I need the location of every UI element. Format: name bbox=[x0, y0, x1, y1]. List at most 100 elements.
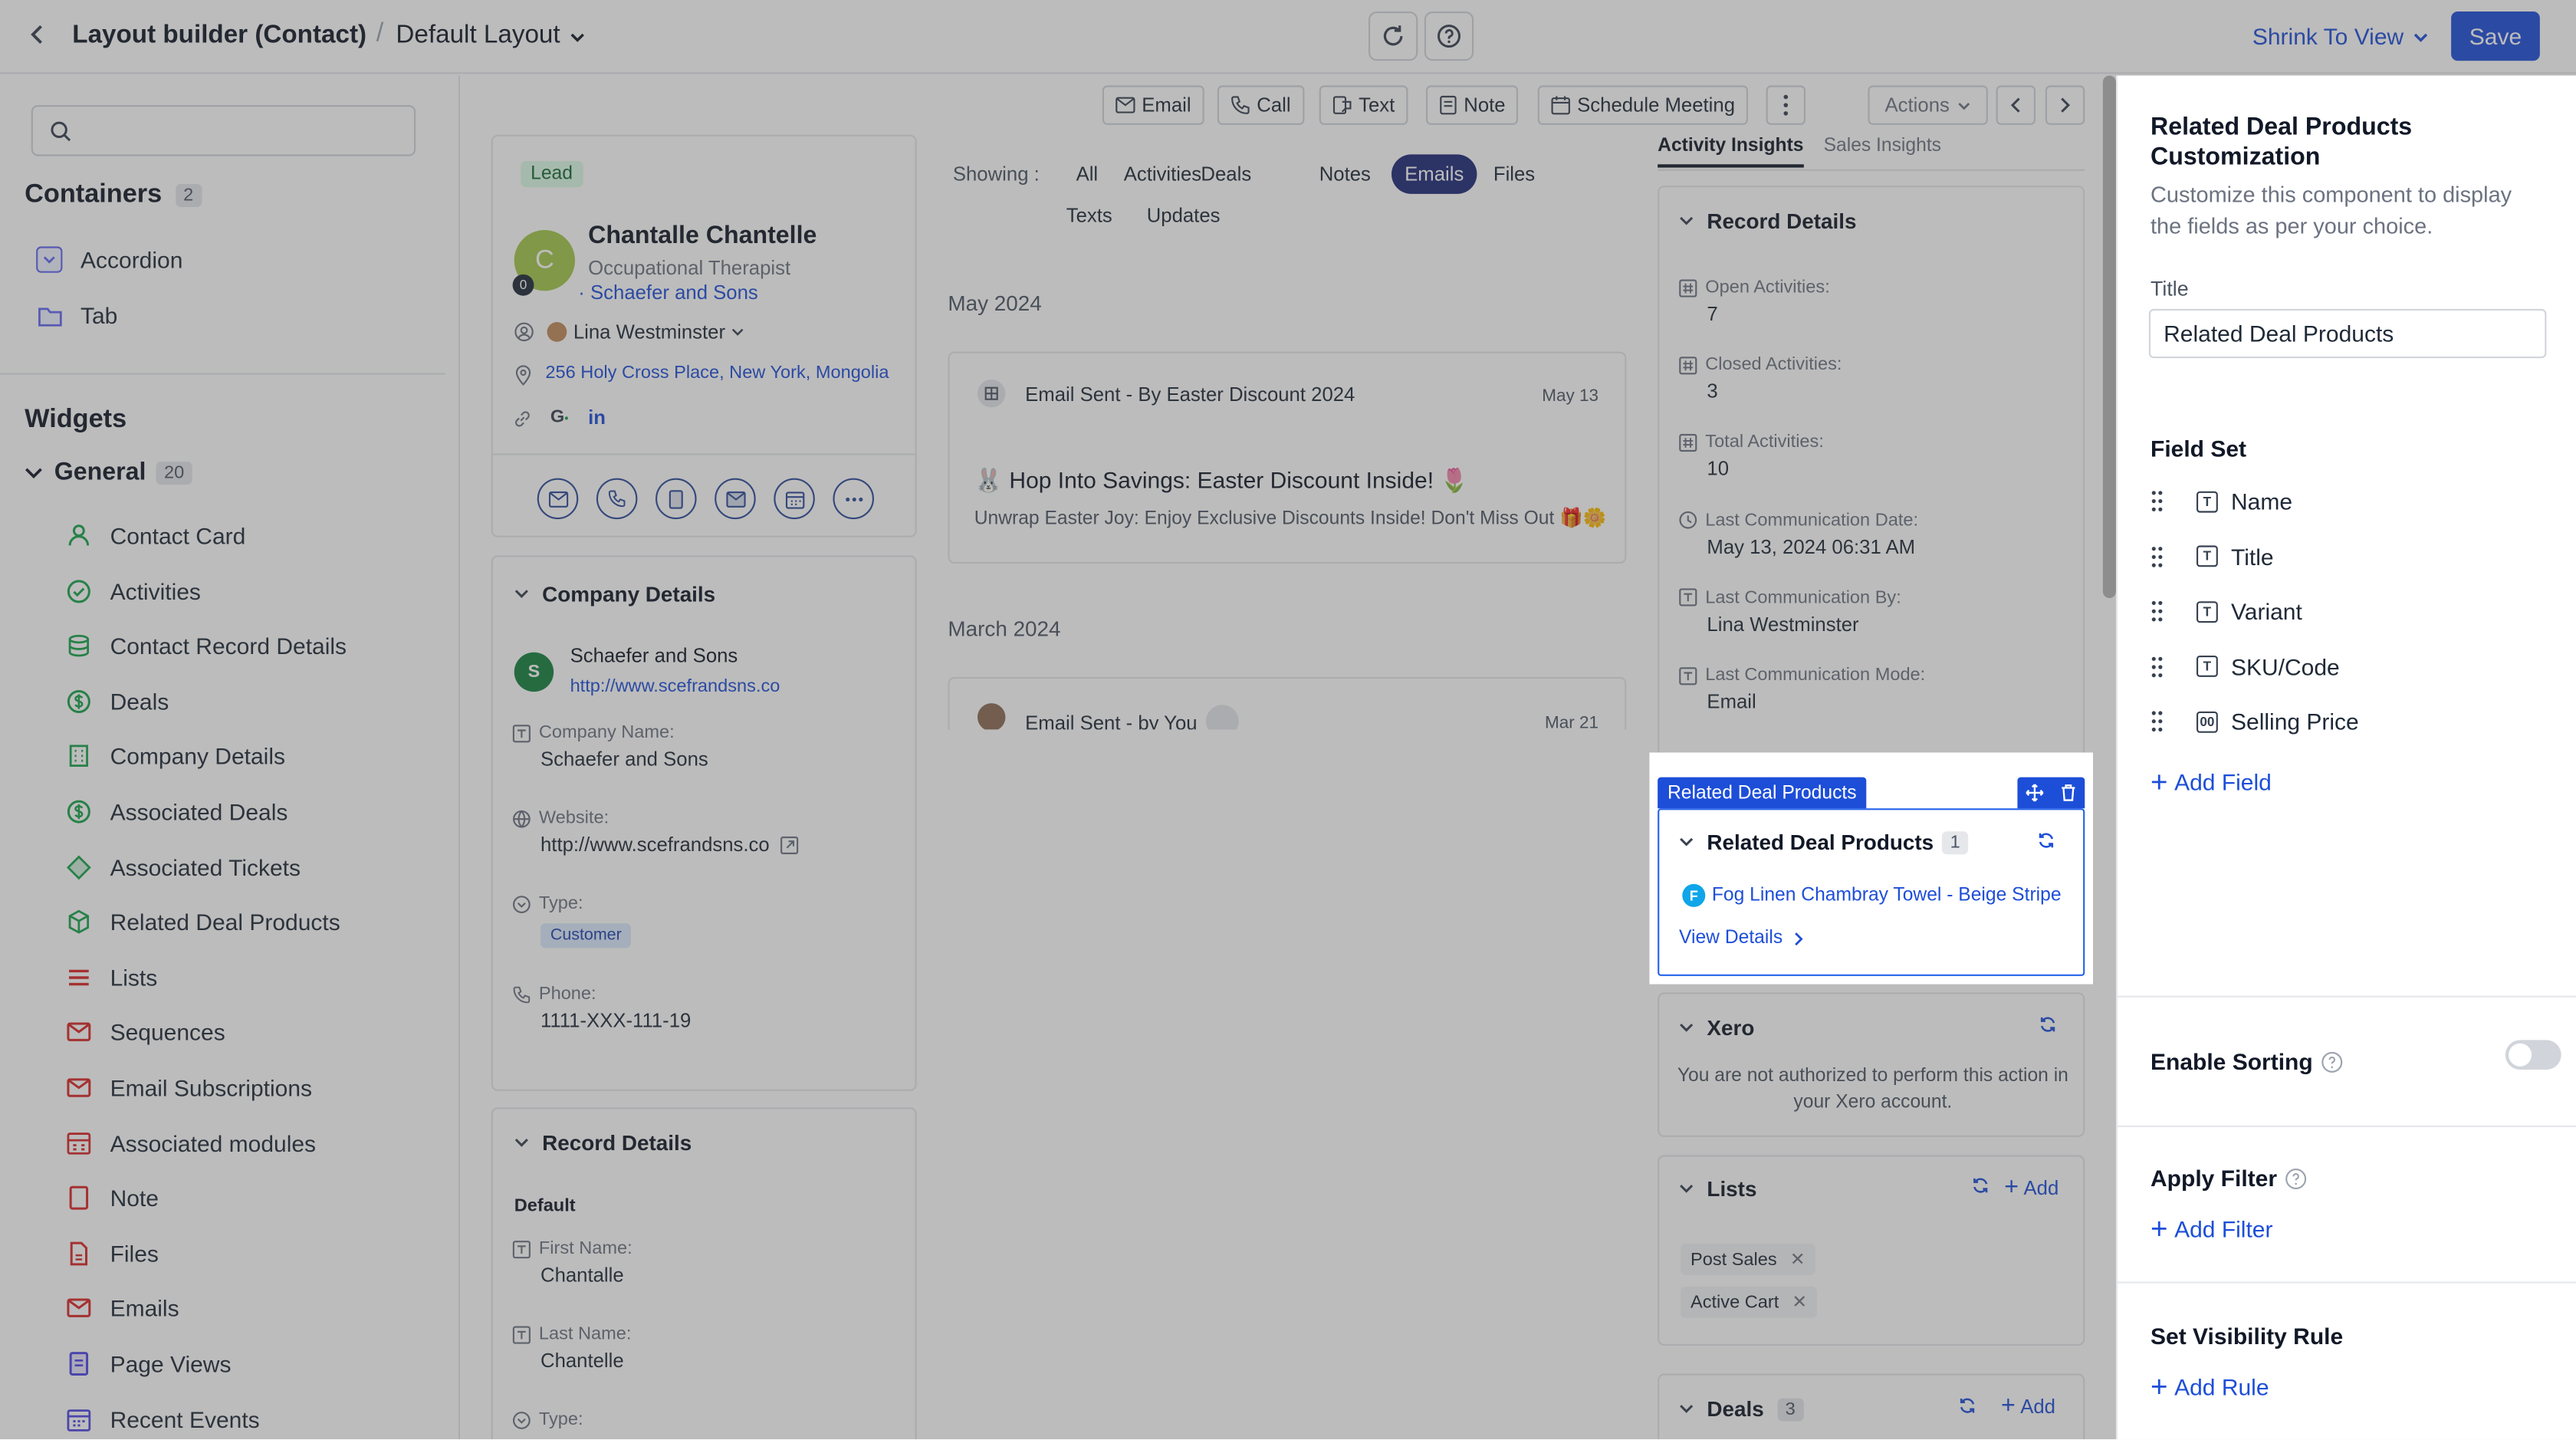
note-action-button[interactable]: Note bbox=[1426, 85, 1519, 125]
widget-item[interactable]: Emails bbox=[66, 1295, 179, 1322]
container-accordion[interactable]: Accordion bbox=[36, 246, 182, 273]
widget-item[interactable]: Files bbox=[66, 1240, 159, 1267]
insights-record-details-widget[interactable]: Record Details Open Activities: 7 Closed A… bbox=[1658, 186, 2085, 810]
previous-record-button[interactable] bbox=[1996, 85, 2036, 125]
remove-tag-icon[interactable]: ✕ bbox=[1792, 1291, 1807, 1313]
calendar-quick-action-icon[interactable] bbox=[774, 478, 815, 520]
next-record-button[interactable] bbox=[2045, 85, 2085, 125]
more-actions-button[interactable] bbox=[1766, 85, 1806, 125]
rdp-header[interactable]: Related Deal Products 1 bbox=[1679, 830, 1969, 854]
deals-widget[interactable]: Deals 3 + Add bbox=[1658, 1373, 2085, 1440]
widget-item[interactable]: Contact Card bbox=[66, 522, 245, 549]
sync-icon[interactable] bbox=[2037, 831, 2055, 850]
external-link-icon[interactable] bbox=[780, 835, 800, 854]
tab-sales-insights[interactable]: Sales Insights bbox=[1824, 136, 1941, 156]
add-field-button[interactable]: + Add Field bbox=[2150, 768, 2272, 797]
lists-header[interactable]: Lists bbox=[1679, 1176, 1756, 1201]
email-quick-action-icon[interactable] bbox=[537, 478, 579, 520]
widget-item[interactable]: Associated modules bbox=[66, 1129, 316, 1156]
sync-icon[interactable] bbox=[1971, 1176, 1990, 1195]
sync-icon[interactable] bbox=[2039, 1015, 2057, 1034]
company-details-header[interactable]: Company Details bbox=[514, 582, 715, 607]
xero-widget[interactable]: Xero You are not authorized to perform t… bbox=[1658, 992, 2085, 1137]
field-set-item[interactable]: T SKU/Code bbox=[2150, 653, 2340, 680]
contact-card-widget[interactable]: Lead C 0 Chantalle Chantelle Occupationa… bbox=[491, 134, 917, 538]
filter-emails[interactable]: Emails bbox=[1392, 154, 1477, 194]
text-action-button[interactable]: Text bbox=[1319, 85, 1408, 125]
google-icon[interactable]: G• bbox=[550, 407, 569, 427]
widget-item[interactable]: Contact Record Details bbox=[66, 633, 347, 659]
save-button[interactable]: Save bbox=[2451, 12, 2540, 61]
xero-header[interactable]: Xero bbox=[1679, 1015, 1754, 1040]
filter-all[interactable]: All bbox=[1076, 163, 1099, 186]
widget-item[interactable]: Lists bbox=[66, 964, 157, 991]
filter-files[interactable]: Files bbox=[1493, 163, 1535, 186]
trash-icon[interactable] bbox=[2060, 784, 2076, 802]
widget-item[interactable]: Associated Deals bbox=[66, 798, 288, 825]
company-details-widget[interactable]: Company Details S Schaefer and Sons http… bbox=[491, 555, 917, 1091]
filter-updates[interactable]: Updates bbox=[1147, 204, 1221, 227]
widget-item[interactable]: Page Views bbox=[66, 1350, 231, 1377]
contact-company-link[interactable]: · Schaefer and Sons bbox=[578, 281, 757, 304]
tab-activity-insights[interactable]: Activity Insights bbox=[1658, 136, 1804, 168]
widget-item[interactable]: Deals bbox=[66, 688, 169, 715]
filter-activities[interactable]: Activities bbox=[1124, 163, 1201, 186]
title-input[interactable] bbox=[2148, 308, 2547, 359]
add-rule-button[interactable]: + Add Rule bbox=[2150, 1372, 2269, 1402]
more-quick-actions-icon[interactable] bbox=[833, 478, 874, 520]
phone-quick-action-icon[interactable] bbox=[596, 478, 638, 520]
schedule-meeting-button[interactable]: Schedule Meeting bbox=[1537, 85, 1749, 125]
widget-item[interactable]: Sequences bbox=[66, 1019, 225, 1046]
sync-icon[interactable] bbox=[1958, 1396, 1976, 1415]
widget-item[interactable]: Recent Events bbox=[66, 1405, 260, 1432]
widget-item[interactable]: Note bbox=[66, 1185, 159, 1212]
layout-selector[interactable]: Default Layout bbox=[396, 21, 586, 51]
general-group-toggle[interactable]: General 20 bbox=[23, 459, 192, 486]
drag-handle-icon[interactable] bbox=[2150, 545, 2164, 568]
deals-header[interactable]: Deals 3 bbox=[1679, 1396, 1804, 1422]
email-activity-card[interactable]: Email Sent - by You Mar 21 bbox=[948, 676, 1627, 730]
widget-item[interactable]: Email Subscriptions bbox=[66, 1074, 312, 1101]
call-action-button[interactable]: Call bbox=[1217, 85, 1304, 125]
product-link[interactable]: Fog Linen Chambray Towel - Beige Stripe bbox=[1712, 886, 2062, 906]
widget-item[interactable]: Associated Tickets bbox=[66, 853, 301, 880]
actions-dropdown[interactable]: Actions bbox=[1868, 85, 1988, 125]
record-details-header[interactable]: Record Details bbox=[514, 1130, 692, 1155]
refresh-button[interactable] bbox=[1368, 12, 1418, 61]
shrink-to-view-dropdown[interactable]: Shrink To View bbox=[2252, 23, 2430, 49]
lists-add-button[interactable]: + Add bbox=[2004, 1173, 2058, 1201]
email-template-quick-action-icon[interactable] bbox=[715, 478, 756, 520]
email-action-button[interactable]: Email bbox=[1102, 85, 1204, 125]
move-icon[interactable] bbox=[2026, 784, 2044, 802]
view-details-link[interactable]: View Details bbox=[1679, 929, 1804, 948]
widget-item[interactable]: Activities bbox=[66, 577, 201, 604]
remove-tag-icon[interactable]: ✕ bbox=[1790, 1249, 1806, 1271]
back-arrow-icon[interactable] bbox=[26, 23, 49, 46]
widget-search-input[interactable] bbox=[31, 105, 416, 156]
insights-record-header[interactable]: Record Details bbox=[1679, 209, 1857, 233]
linkedin-icon[interactable]: in bbox=[588, 406, 606, 429]
email-subject[interactable]: 🐰 Hop Into Savings: Easter Discount Insi… bbox=[974, 467, 1469, 495]
email-activity-card[interactable]: Email Sent - By Easter Discount 2024 May… bbox=[948, 351, 1627, 564]
widget-item[interactable]: Related Deal Products bbox=[66, 909, 340, 935]
record-details-widget[interactable]: Record Details Default First Name: Chant… bbox=[491, 1107, 917, 1440]
deals-add-button[interactable]: + Add bbox=[2001, 1392, 2055, 1419]
filter-deals[interactable]: Deals bbox=[1201, 163, 1251, 186]
help-button[interactable] bbox=[1424, 12, 1474, 61]
company-url-link[interactable]: http://www.scefrandsns.co bbox=[570, 677, 780, 697]
drag-handle-icon[interactable] bbox=[2150, 656, 2164, 679]
sorting-toggle[interactable] bbox=[2505, 1040, 2561, 1070]
field-set-item[interactable]: 00 Selling Price bbox=[2150, 708, 2359, 735]
lists-widget[interactable]: Lists + Add Post Sales ✕ Active Cart ✕ bbox=[1658, 1155, 2085, 1346]
filter-notes[interactable]: Notes bbox=[1319, 163, 1371, 186]
canvas-scrollbar[interactable] bbox=[2102, 75, 2116, 599]
drag-handle-icon[interactable] bbox=[2150, 490, 2164, 513]
note-quick-action-icon[interactable] bbox=[656, 478, 697, 520]
field-set-item[interactable]: T Title bbox=[2150, 543, 2274, 570]
widget-item[interactable]: Company Details bbox=[66, 743, 285, 770]
drag-handle-icon[interactable] bbox=[2150, 600, 2164, 623]
filter-texts[interactable]: Texts bbox=[1066, 204, 1112, 227]
add-filter-button[interactable]: + Add Filter bbox=[2150, 1215, 2273, 1244]
drag-handle-icon[interactable] bbox=[2150, 711, 2164, 734]
container-tab[interactable]: Tab bbox=[36, 302, 117, 329]
